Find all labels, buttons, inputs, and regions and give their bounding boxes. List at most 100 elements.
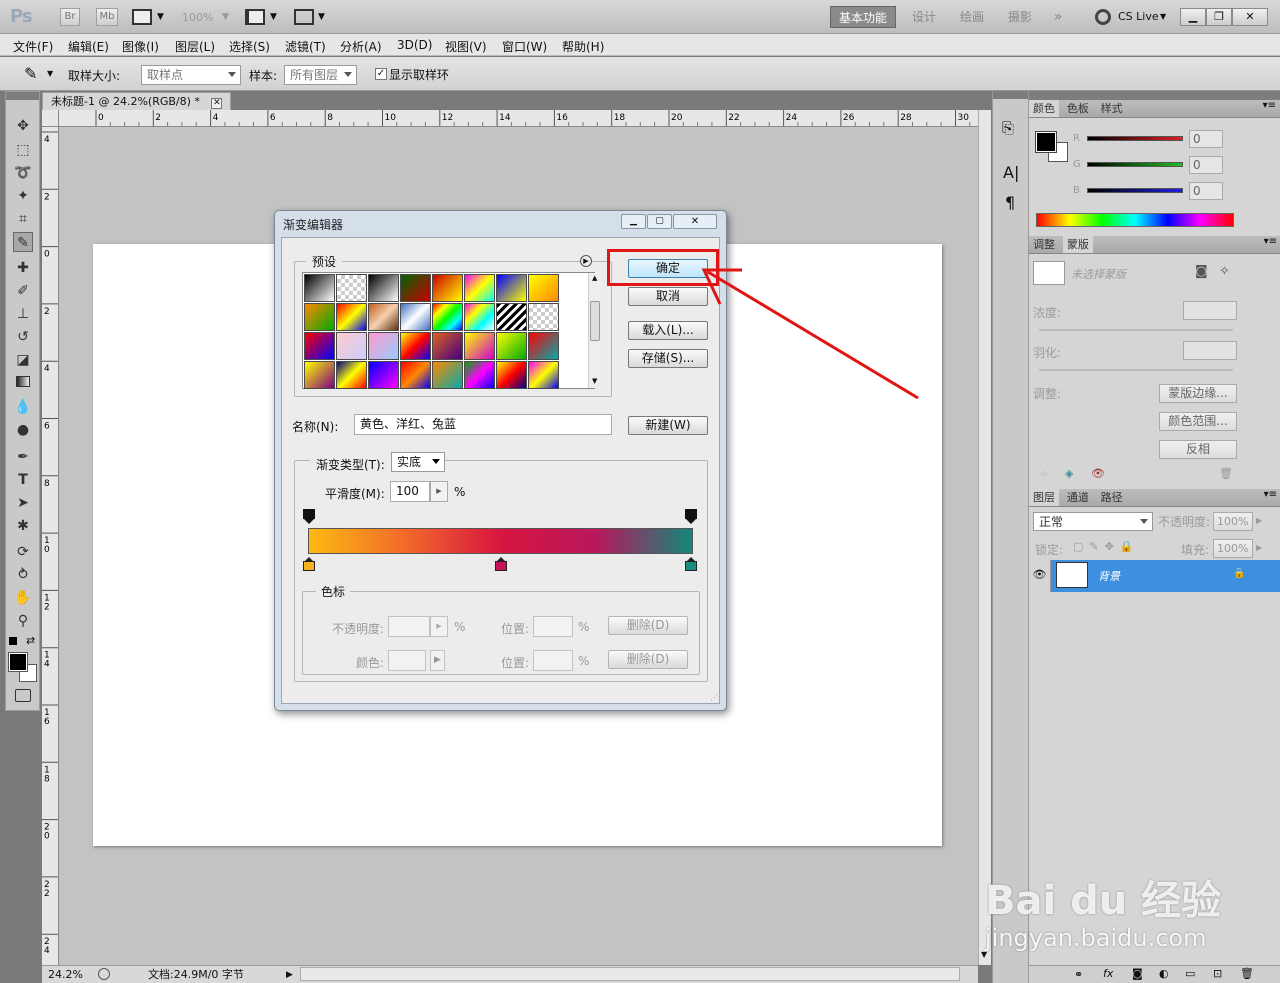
- menu-window[interactable]: 窗口(W): [502, 38, 547, 55]
- menu-layer[interactable]: 图层(L): [175, 38, 215, 55]
- preset-swatch[interactable]: [528, 303, 559, 331]
- gradient-name-input[interactable]: 黄色、洋红、兔蓝: [354, 414, 612, 435]
- menu-analysis[interactable]: 分析(A): [340, 38, 382, 55]
- marquee-tool-icon[interactable]: ⬚: [13, 140, 33, 160]
- channel-r-slider[interactable]: [1087, 136, 1183, 141]
- tab-swatches[interactable]: 色板: [1063, 100, 1093, 117]
- preset-swatch[interactable]: [304, 303, 335, 331]
- blend-mode-select[interactable]: 正常: [1033, 512, 1153, 531]
- color-spectrum-ramp[interactable]: [1036, 213, 1234, 227]
- visibility-eye-icon[interactable]: 👁: [1029, 560, 1051, 592]
- menu-view[interactable]: 视图(V): [445, 38, 487, 55]
- layer-opacity-input[interactable]: 100%: [1213, 512, 1253, 531]
- menu-file[interactable]: 文件(F): [13, 38, 53, 55]
- 3d-orbit-tool-icon[interactable]: ⥁: [13, 565, 33, 585]
- minimize-button[interactable]: ▁: [1180, 8, 1206, 26]
- workspace-painting[interactable]: 绘画: [950, 6, 994, 28]
- new-gradient-button[interactable]: 新建(W): [628, 416, 708, 435]
- preset-swatch[interactable]: [432, 274, 463, 302]
- tab-channels[interactable]: 通道: [1063, 489, 1093, 506]
- foreground-color-swatch[interactable]: [8, 652, 28, 672]
- brush-tool-icon[interactable]: ✐: [13, 281, 33, 301]
- preset-swatch[interactable]: [400, 332, 431, 360]
- view-extras-icon[interactable]: [132, 9, 152, 25]
- workspace-essentials[interactable]: 基本功能: [830, 6, 896, 28]
- preset-swatch[interactable]: [528, 332, 559, 360]
- preset-swatch[interactable]: [368, 361, 399, 389]
- preset-swatch[interactable]: [304, 274, 335, 302]
- type-tool-icon[interactable]: T: [13, 470, 33, 490]
- tab-styles[interactable]: 样式: [1097, 100, 1127, 117]
- preset-swatch[interactable]: [368, 303, 399, 331]
- move-tool-icon[interactable]: ✥: [13, 116, 33, 136]
- lock-icons[interactable]: ▢✎✥🔒: [1073, 540, 1140, 553]
- preset-swatch[interactable]: [400, 274, 431, 302]
- new-layer-icon[interactable]: ⊡: [1213, 967, 1222, 980]
- preset-swatch[interactable]: [496, 274, 527, 302]
- presets-menu-icon[interactable]: ▶: [580, 255, 592, 267]
- gradient-type-select[interactable]: 实底: [391, 452, 445, 472]
- preset-swatch[interactable]: [432, 332, 463, 360]
- swap-colors-icon[interactable]: ⇄: [26, 634, 35, 647]
- preset-swatch[interactable]: [496, 332, 527, 360]
- zoom-tool-icon[interactable]: ⚲: [13, 611, 33, 631]
- add-pixel-mask-icon[interactable]: ◙: [1195, 264, 1208, 279]
- layer-name[interactable]: 背景: [1098, 568, 1120, 584]
- delete-opacity-stop-button[interactable]: 删除(D): [608, 616, 688, 635]
- preset-swatch[interactable]: [528, 274, 559, 302]
- tab-paths[interactable]: 路径: [1097, 489, 1127, 506]
- preset-swatch[interactable]: [304, 332, 335, 360]
- color-stop-teal[interactable]: [685, 557, 697, 571]
- preset-swatch[interactable]: [432, 361, 463, 389]
- preset-swatch[interactable]: [496, 361, 527, 389]
- channel-g-slider[interactable]: [1087, 162, 1183, 167]
- clone-stamp-tool-icon[interactable]: ⊥: [13, 304, 33, 324]
- tab-adjustments[interactable]: 调整: [1029, 236, 1059, 253]
- feather-input[interactable]: [1183, 341, 1237, 360]
- channel-r-input[interactable]: 0: [1189, 130, 1223, 148]
- tools-panel-header[interactable]: [6, 92, 39, 100]
- path-select-tool-icon[interactable]: ➤: [13, 493, 33, 513]
- layer-style-icon[interactable]: fx: [1103, 967, 1113, 980]
- add-vector-mask-icon[interactable]: ✧: [1219, 264, 1230, 279]
- healing-brush-tool-icon[interactable]: ✚: [13, 258, 33, 278]
- layer-fill-input[interactable]: 100%: [1213, 539, 1253, 558]
- resize-grip-icon[interactable]: ⋰: [710, 693, 718, 702]
- paragraph-panel-icon[interactable]: ¶: [1005, 193, 1015, 212]
- gradient-tool-icon[interactable]: [13, 373, 33, 393]
- delete-layer-icon[interactable]: 🗑: [1240, 967, 1254, 980]
- presets-scroll-thumb[interactable]: [590, 301, 600, 341]
- ruler-origin[interactable]: [42, 110, 59, 127]
- shape-tool-icon[interactable]: ✱: [13, 516, 33, 536]
- eyedropper-tool-icon[interactable]: ✎: [13, 232, 33, 252]
- preset-swatch[interactable]: [464, 361, 495, 389]
- preset-swatch[interactable]: [528, 361, 559, 389]
- arrange-documents-icon[interactable]: [245, 9, 265, 25]
- invert-button[interactable]: 反相: [1159, 440, 1237, 459]
- apply-mask-icon[interactable]: ◈: [1065, 467, 1073, 480]
- crop-tool-icon[interactable]: ⌗: [13, 209, 33, 229]
- dock-header[interactable]: [993, 91, 1028, 99]
- status-menu-arrow-icon[interactable]: ▶: [286, 967, 293, 983]
- feather-slider[interactable]: [1039, 369, 1233, 371]
- preset-swatch[interactable]: [464, 303, 495, 331]
- history-panel-icon[interactable]: ⎘: [1002, 119, 1014, 137]
- lasso-tool-icon[interactable]: ➰: [13, 163, 33, 183]
- preset-swatch[interactable]: [496, 303, 527, 331]
- cs-live-menu[interactable]: CS Live: [1118, 10, 1159, 23]
- eraser-tool-icon[interactable]: ◪: [13, 350, 33, 370]
- sample-size-select[interactable]: 取样点: [141, 65, 241, 85]
- channel-g-input[interactable]: 0: [1189, 156, 1223, 174]
- tab-masks[interactable]: 蒙版: [1062, 236, 1093, 253]
- fill-arrow-icon[interactable]: ▶: [1256, 543, 1262, 552]
- preset-swatch[interactable]: [368, 332, 399, 360]
- panel-menu-icon[interactable]: ▾≡: [1264, 236, 1277, 247]
- tab-layers[interactable]: 图层: [1029, 489, 1059, 506]
- opacity-location-input[interactable]: [533, 616, 573, 637]
- workspace-design[interactable]: 设计: [902, 6, 946, 28]
- preset-swatch[interactable]: [464, 274, 495, 302]
- smoothness-input[interactable]: 100: [390, 481, 430, 502]
- document-tab[interactable]: 未标题-1 @ 24.2%(RGB/8) * ✕: [42, 92, 232, 110]
- load-selection-icon[interactable]: ⁘: [1039, 468, 1048, 481]
- density-input[interactable]: [1183, 301, 1237, 320]
